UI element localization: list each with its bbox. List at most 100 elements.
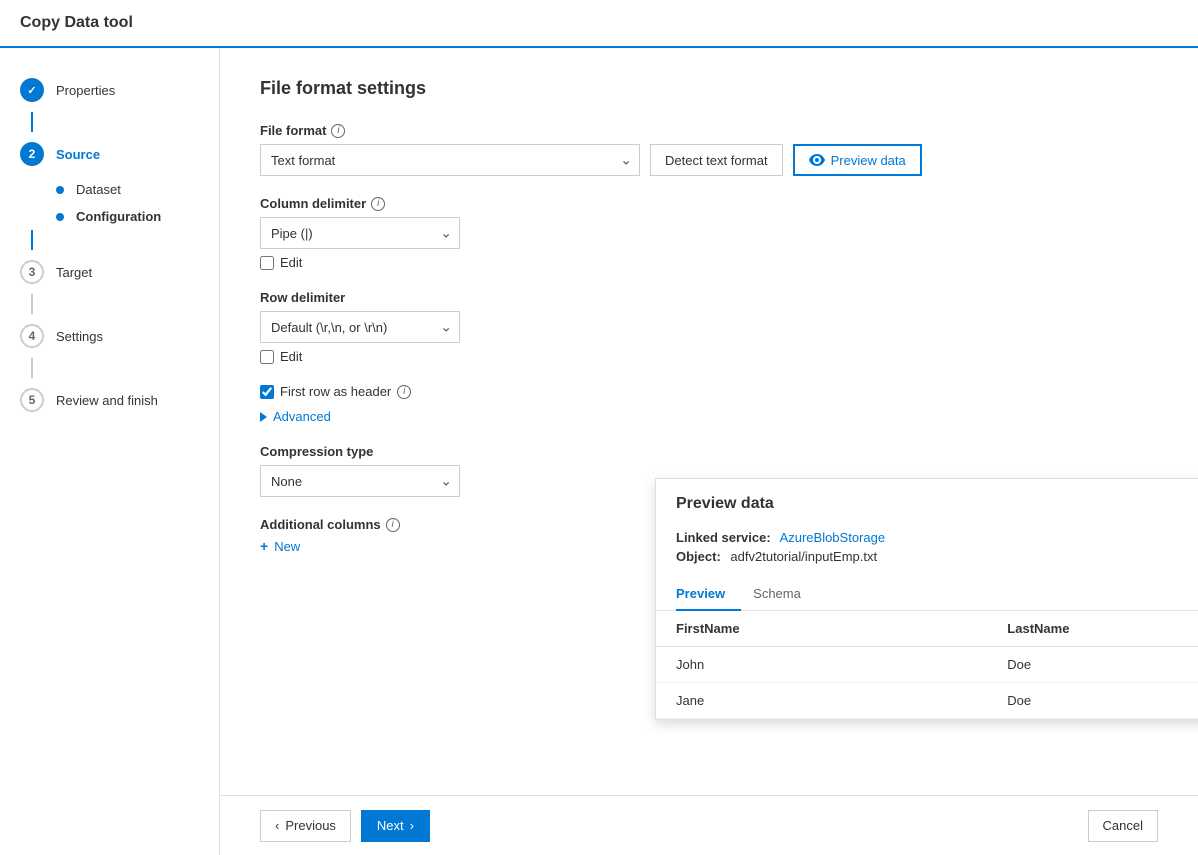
row-delimiter-edit-label: Edit — [280, 349, 302, 364]
sidebar-label-source: Source — [56, 147, 100, 162]
previous-button[interactable]: ‹ Previous — [260, 810, 351, 842]
column-delimiter-label: Column delimiter i — [260, 196, 1158, 211]
page-title: File format settings — [260, 78, 1158, 99]
row-delimiter-select-wrapper: Default (\r,\n, or \r\n) Carriage return… — [260, 311, 460, 343]
file-format-info-icon[interactable]: i — [331, 124, 345, 138]
tab-preview[interactable]: Preview — [676, 578, 741, 611]
preview-data-button[interactable]: Preview data — [793, 144, 922, 176]
connector-2 — [31, 230, 33, 250]
dot-configuration — [56, 213, 64, 221]
column-delimiter-edit-checkbox[interactable] — [260, 256, 274, 270]
content-area: File format settings File format i Text … — [220, 48, 1198, 855]
connector-1 — [31, 112, 33, 132]
eye-svg-icon — [809, 154, 825, 166]
cell-john-lastname: Doe — [987, 647, 1198, 683]
first-row-header-label: First row as header — [280, 384, 391, 399]
content-scroll: File format settings File format i Text … — [220, 48, 1198, 795]
linked-service-label: Linked service: — [676, 530, 771, 545]
sidebar-item-settings[interactable]: 4 Settings — [0, 314, 219, 358]
file-format-group: File format i Text format Binary format … — [260, 123, 1158, 176]
object-label: Object: — [676, 549, 721, 564]
row-delimiter-select[interactable]: Default (\r,\n, or \r\n) Carriage return… — [260, 311, 460, 343]
cell-jane-firstname: Jane — [656, 683, 987, 719]
row-delimiter-edit-row: Edit — [260, 349, 1158, 364]
column-delimiter-edit-label: Edit — [280, 255, 302, 270]
preview-panel-header: Preview data × — [656, 479, 1198, 530]
footer: ‹ Previous Next › Cancel — [220, 795, 1198, 855]
preview-info: Linked service: AzureBlobStorage Object:… — [656, 530, 1198, 578]
step-circle-settings: 4 — [20, 324, 44, 348]
preview-tabs: Preview Schema — [656, 578, 1198, 611]
file-format-select[interactable]: Text format Binary format JSON format Av… — [260, 144, 640, 176]
plus-icon: + — [260, 538, 268, 554]
step-circle-source: 2 — [20, 142, 44, 166]
linked-service-value: AzureBlobStorage — [780, 530, 886, 545]
compression-type-select[interactable]: None gzip bzip2 deflate ZipDeflate snapp… — [260, 465, 460, 497]
detect-text-format-button[interactable]: Detect text format — [650, 144, 783, 176]
connector-3 — [31, 294, 33, 314]
first-row-header-group: First row as header i Advanced — [260, 384, 1158, 424]
object-row: Object: adfv2tutorial/inputEmp.txt — [676, 549, 1198, 564]
tab-schema[interactable]: Schema — [753, 578, 817, 611]
connector-4 — [31, 358, 33, 378]
main-layout: ✓ Properties 2 Source Dataset Configurat… — [0, 48, 1198, 855]
footer-left: ‹ Previous Next › — [260, 810, 430, 842]
sidebar-label-properties: Properties — [56, 83, 115, 98]
compression-type-select-wrapper: None gzip bzip2 deflate ZipDeflate snapp… — [260, 465, 460, 497]
sidebar-item-source[interactable]: 2 Source — [0, 132, 219, 176]
row-delimiter-edit-checkbox[interactable] — [260, 350, 274, 364]
column-delimiter-edit-row: Edit — [260, 255, 1158, 270]
chevron-right-icon: › — [410, 818, 414, 833]
sidebar: ✓ Properties 2 Source Dataset Configurat… — [0, 48, 220, 855]
sidebar-item-properties[interactable]: ✓ Properties — [0, 68, 219, 112]
dot-dataset — [56, 186, 64, 194]
step-circle-target: 3 — [20, 260, 44, 284]
row-delimiter-label: Row delimiter — [260, 290, 1158, 305]
linked-service-row: Linked service: AzureBlobStorage — [676, 530, 1198, 545]
cell-john-firstname: John — [656, 647, 987, 683]
preview-panel-title: Preview data — [676, 495, 774, 513]
col-header-lastname: LastName — [987, 611, 1198, 647]
column-delimiter-info-icon[interactable]: i — [371, 197, 385, 211]
object-value: adfv2tutorial/inputEmp.txt — [730, 549, 877, 564]
first-row-header-checkbox[interactable] — [260, 385, 274, 399]
sidebar-item-review[interactable]: 5 Review and finish — [0, 378, 219, 422]
sidebar-item-configuration[interactable]: Configuration — [0, 203, 219, 230]
additional-columns-info-icon[interactable]: i — [386, 518, 400, 532]
compression-type-label: Compression type — [260, 444, 1158, 459]
preview-icon — [809, 154, 825, 166]
cell-jane-lastname: Doe — [987, 683, 1198, 719]
sidebar-label-settings: Settings — [56, 329, 103, 344]
sidebar-label-configuration: Configuration — [76, 209, 161, 224]
file-format-label: File format i — [260, 123, 1158, 138]
chevron-left-icon: ‹ — [275, 818, 279, 833]
table-row: John Doe — [656, 647, 1198, 683]
first-row-header-info-icon[interactable]: i — [397, 385, 411, 399]
file-format-input-row: Text format Binary format JSON format Av… — [260, 144, 1158, 176]
sidebar-label-review: Review and finish — [56, 393, 158, 408]
sidebar-item-dataset[interactable]: Dataset — [0, 176, 219, 203]
app-header: Copy Data tool — [0, 0, 1198, 48]
col-header-firstname: FirstName — [656, 611, 987, 647]
app-title: Copy Data tool — [20, 14, 133, 32]
file-format-select-wrapper: Text format Binary format JSON format Av… — [260, 144, 640, 176]
preview-table: FirstName LastName John Doe Jane Doe — [656, 611, 1198, 719]
table-header-row: FirstName LastName — [656, 611, 1198, 647]
step-circle-review: 5 — [20, 388, 44, 412]
advanced-triangle-icon — [260, 412, 267, 422]
table-row: Jane Doe — [656, 683, 1198, 719]
first-row-header-row: First row as header i — [260, 384, 1158, 399]
sidebar-label-target: Target — [56, 265, 92, 280]
column-delimiter-select-wrapper: Pipe (|) Comma (,) Tab (\t) Semicolon (;… — [260, 217, 460, 249]
row-delimiter-group: Row delimiter Default (\r,\n, or \r\n) C… — [260, 290, 1158, 364]
sidebar-item-target[interactable]: 3 Target — [0, 250, 219, 294]
add-new-column-button[interactable]: + New — [260, 538, 300, 554]
step-circle-properties: ✓ — [20, 78, 44, 102]
advanced-toggle[interactable]: Advanced — [260, 409, 1158, 424]
column-delimiter-group: Column delimiter i Pipe (|) Comma (,) Ta… — [260, 196, 1158, 270]
preview-panel: Preview data × Linked service: AzureBlob — [655, 478, 1198, 720]
column-delimiter-select[interactable]: Pipe (|) Comma (,) Tab (\t) Semicolon (;… — [260, 217, 460, 249]
next-button[interactable]: Next › — [361, 810, 430, 842]
cancel-button[interactable]: Cancel — [1088, 810, 1158, 842]
sidebar-label-dataset: Dataset — [76, 182, 121, 197]
